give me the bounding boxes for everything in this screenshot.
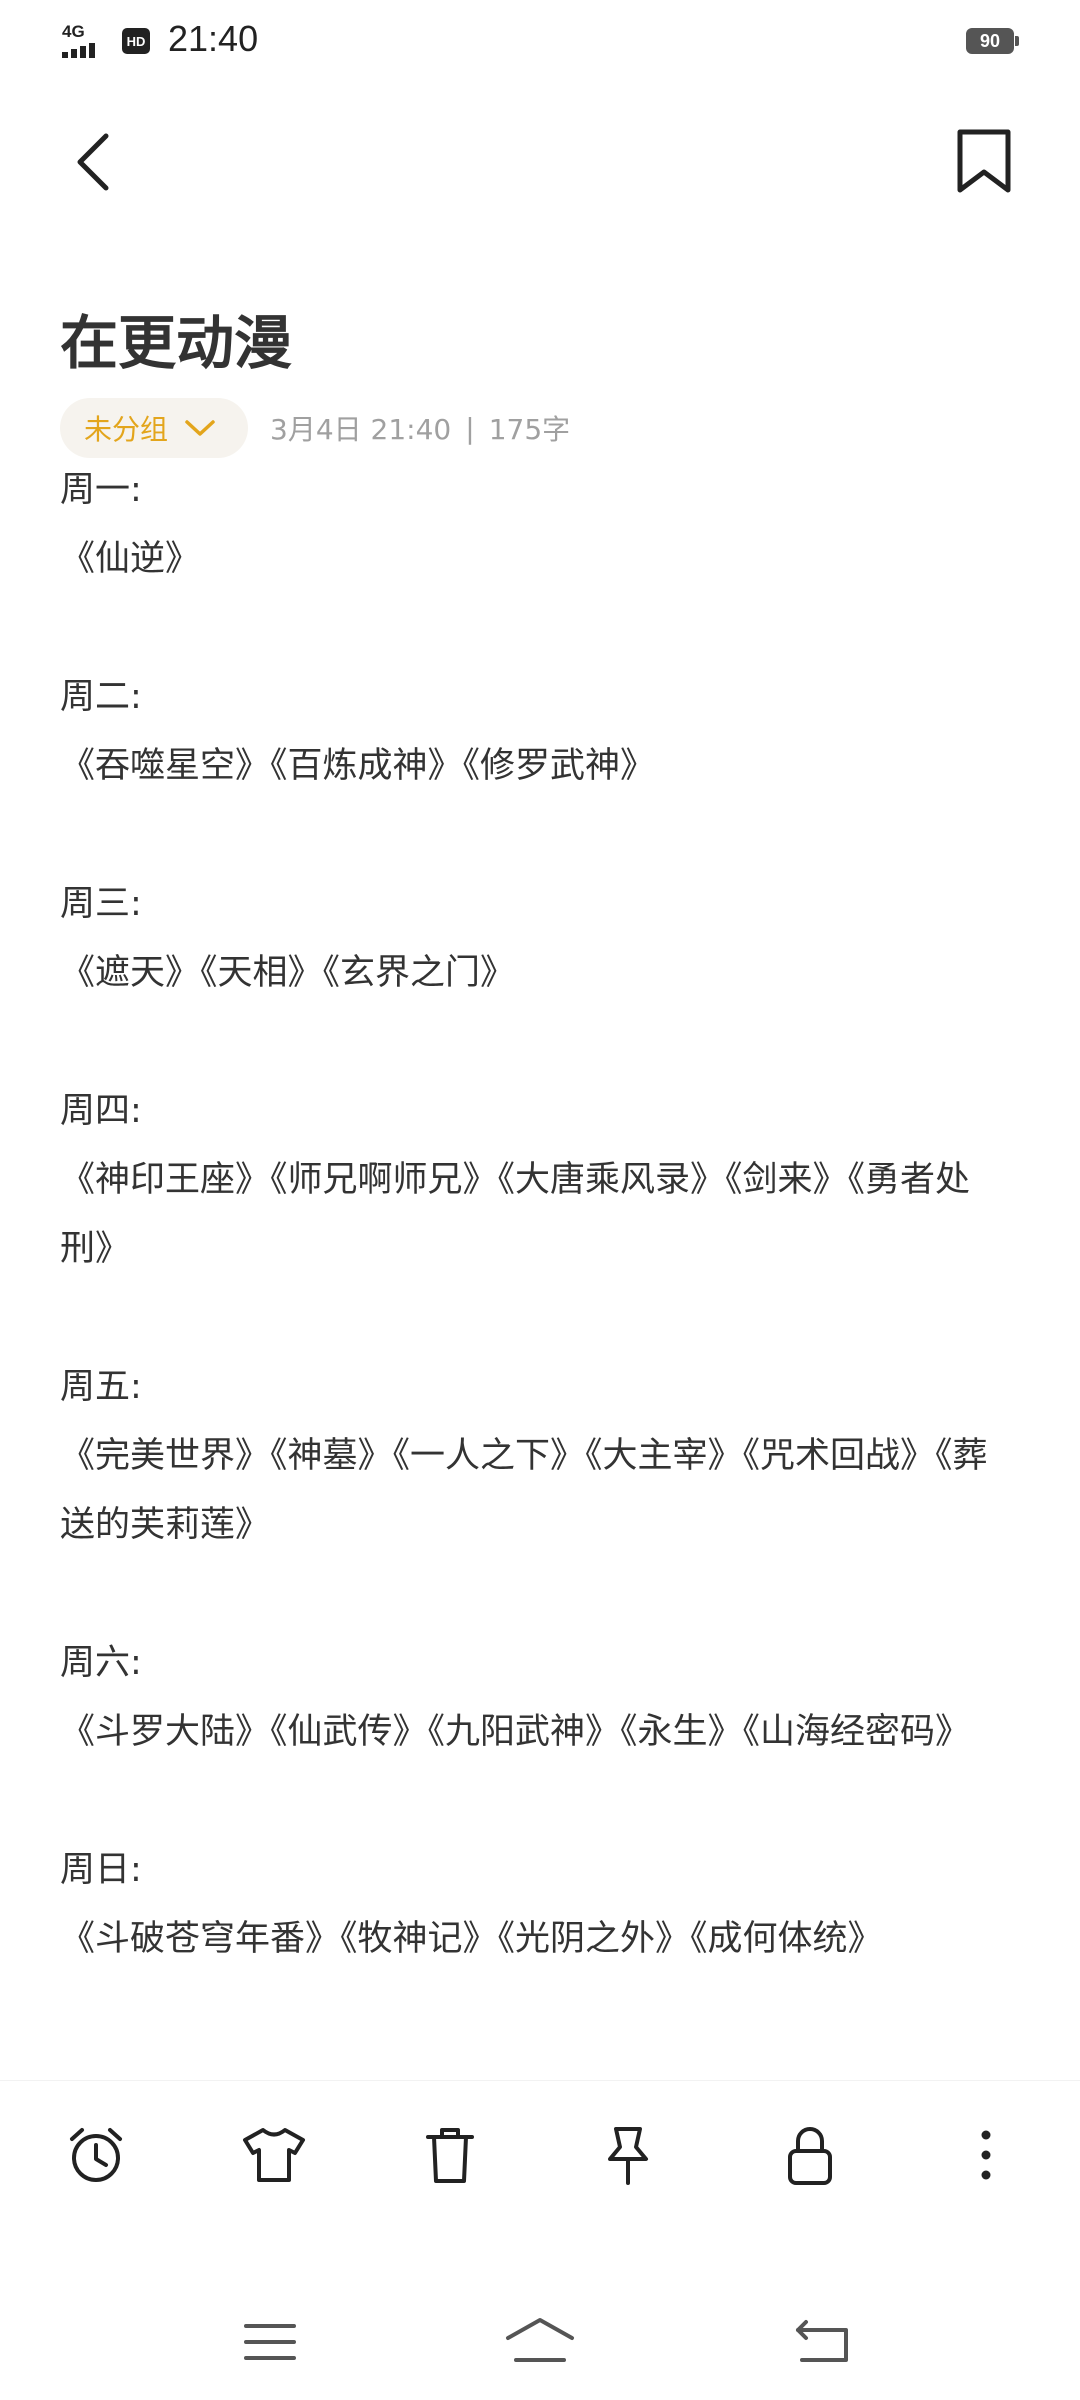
day-shows: 《吞噬星空》《百炼成神》《修罗武神》 [60, 746, 656, 786]
group-label: 未分组 [84, 413, 169, 446]
status-time: 21:40 [168, 18, 259, 59]
signal-icon: 4G [62, 22, 112, 58]
day-shows: 《斗罗大陆》《仙武传》《九阳武神》《永生》《山海经密码》 [60, 1712, 971, 1752]
status-bar: 4G HD 21:40 90 [0, 0, 1080, 80]
day-label: 周二: [60, 677, 142, 717]
trash-icon [426, 2128, 474, 2183]
hd-badge: HD [122, 28, 150, 54]
note-toolbar [0, 2080, 1080, 2231]
day-shows: 《遮天》《天相》《玄界之门》 [60, 953, 516, 993]
day-label: 周四: [60, 1091, 142, 1131]
top-bar [0, 110, 1080, 210]
day-shows: 《仙逆》 [60, 539, 201, 579]
theme-button[interactable] [236, 2117, 312, 2193]
back-button[interactable] [60, 122, 130, 202]
note-title[interactable]: 在更动漫 [60, 296, 292, 380]
day-block-sat: 周六: 《斗罗大陆》《仙武传》《九阳武神》《永生》《山海经密码》 [60, 1629, 1020, 1767]
more-vertical-icon [981, 2130, 991, 2180]
reminder-button[interactable] [58, 2117, 134, 2193]
pin-icon [608, 2127, 648, 2185]
day-block-wed: 周三: 《遮天》《天相》《玄界之门》 [60, 870, 1020, 1008]
bookmark-icon [957, 129, 1011, 193]
day-shows: 《神印王座》《师兄啊师兄》《大唐乘风录》《剑来》《勇者处刑》 [60, 1160, 971, 1269]
note-info: 3月4日 21:40 | 175字 [270, 408, 570, 448]
more-button[interactable] [948, 2117, 1024, 2193]
delete-button[interactable] [412, 2117, 488, 2193]
day-label: 周三: [60, 884, 142, 924]
nav-menu-button[interactable] [230, 2312, 310, 2372]
day-shows: 《完美世界》《神墓》《一人之下》《大主宰》《咒术回战》《葬送的芙莉莲》 [60, 1436, 988, 1545]
day-block-mon: 周一: 《仙逆》 [60, 456, 1020, 594]
network-type: 4G [62, 22, 85, 41]
note-body[interactable]: 周一: 《仙逆》 周二: 《吞噬星空》《百炼成神》《修罗武神》 周三: 《遮天》… [60, 456, 1020, 1974]
day-block-fri: 周五: 《完美世界》《神墓》《一人之下》《大主宰》《咒术回战》《葬送的芙莉莲》 [60, 1353, 1020, 1560]
alarm-clock-icon [70, 2128, 122, 2182]
day-label: 周六: [60, 1643, 142, 1683]
day-label: 周日: [60, 1850, 142, 1890]
return-icon [796, 2320, 848, 2362]
chevron-left-icon [77, 133, 109, 191]
pin-button[interactable] [590, 2117, 666, 2193]
day-block-thu: 周四: 《神印王座》《师兄啊师兄》《大唐乘风录》《剑来》《勇者处刑》 [60, 1077, 1020, 1284]
home-icon [506, 2318, 574, 2362]
note-meta: 未分组 3月4日 21:40 | 175字 [60, 398, 570, 458]
nav-back-button[interactable] [782, 2312, 862, 2372]
word-count: 175字 [488, 413, 571, 446]
battery-icon: 90 [966, 28, 1019, 54]
chevron-down-icon [185, 420, 215, 436]
day-shows: 《斗破苍穹年番》《牧神记》《光阴之外》《成何体统》 [60, 1919, 883, 1959]
system-nav-bar [0, 2290, 1080, 2400]
bookmark-button[interactable] [946, 120, 1022, 200]
lock-button[interactable] [772, 2117, 848, 2193]
day-block-sun: 周日: 《斗破苍穹年番》《牧神记》《光阴之外》《成何体统》 [60, 1836, 1020, 1974]
day-label: 周一: [60, 470, 142, 510]
meta-separator: | [465, 411, 475, 445]
lock-icon [788, 2127, 832, 2185]
nav-home-button[interactable] [500, 2312, 580, 2372]
tshirt-icon [243, 2128, 305, 2182]
day-label: 周五: [60, 1367, 142, 1407]
day-block-tue: 周二: 《吞噬星空》《百炼成神》《修罗武神》 [60, 663, 1020, 801]
note-date: 3月4日 21:40 [270, 413, 452, 446]
group-selector[interactable]: 未分组 [60, 398, 249, 458]
menu-icon [244, 2324, 296, 2360]
